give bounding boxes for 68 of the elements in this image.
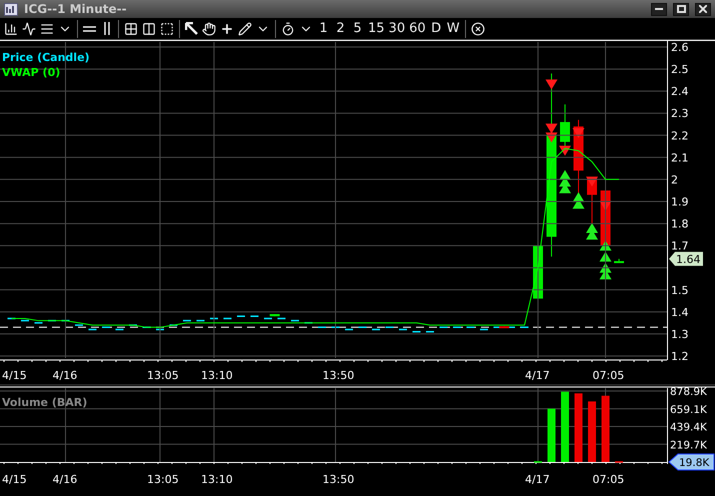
interval-button[interactable]: 60 <box>407 19 428 38</box>
axis-label: 878.9K <box>670 386 707 398</box>
axis-label: 2.1 <box>671 151 688 164</box>
axis-label: 13:10 <box>201 369 233 382</box>
axis-label: 1.8 <box>671 218 688 231</box>
window-title: ICG--1 Minute-- <box>24 2 128 16</box>
buy-marker-icon <box>586 222 598 233</box>
axis-label: 4/16 <box>52 369 78 382</box>
axis-label: 1.4 <box>671 306 688 319</box>
axis-label: 2.4 <box>671 85 688 98</box>
interval-button[interactable]: 1 <box>315 19 332 38</box>
buy-marker-icon <box>600 262 612 273</box>
candle <box>499 326 510 328</box>
legend-label: VWAP (0) <box>2 66 60 79</box>
interval-button[interactable]: 15 <box>366 19 387 38</box>
interval-button[interactable]: 30 <box>386 19 408 38</box>
axis-label: 4/17 <box>525 369 550 382</box>
chart-icon <box>4 2 18 16</box>
maximize-icon <box>676 5 686 13</box>
axis-label: 13:50 <box>322 369 354 382</box>
axis-label: 1.9 <box>671 196 688 208</box>
buy-marker-icon <box>572 192 584 202</box>
interval-button[interactable]: 2 <box>332 19 349 38</box>
axis-label: 4/15 <box>2 473 27 486</box>
legend-label: Price (Candle) <box>2 51 90 64</box>
axis-label: 13:10 <box>201 473 233 486</box>
last-price-label: 1.64 <box>669 252 703 266</box>
candle <box>614 258 624 264</box>
axis-label: 2.2 <box>671 129 688 142</box>
sell-marker-icon <box>572 128 584 138</box>
interval-button[interactable]: 5 <box>349 19 366 38</box>
close-icon <box>699 5 707 13</box>
maximize-button[interactable] <box>673 2 689 16</box>
axis-label: 219.7K <box>670 439 707 452</box>
buy-marker-icon <box>600 252 612 262</box>
axis-label: 2.6 <box>671 41 688 54</box>
axis-label: 439.4K <box>670 422 707 434</box>
minimize-button[interactable] <box>651 2 667 16</box>
axis-label: 07:05 <box>592 369 624 382</box>
axis-label: 659.1K <box>670 404 707 416</box>
interval-button[interactable]: D <box>428 19 445 38</box>
buy-marker-icon <box>559 170 571 180</box>
axis-label: 07:05 <box>592 473 624 486</box>
sell-marker-icon <box>559 146 571 156</box>
axis-label: 2.5 <box>671 63 688 76</box>
sell-marker-icon <box>600 200 612 211</box>
axis-label: 1.3 <box>671 328 688 341</box>
buy-marker-icon <box>600 240 612 251</box>
sell-marker-icon <box>586 176 598 187</box>
candle <box>270 314 280 317</box>
axis-label: 1.5 <box>671 284 688 297</box>
sell-marker-icon <box>546 132 558 142</box>
axis-label: 13:50 <box>322 473 354 486</box>
axis-label: 2 <box>671 173 678 186</box>
minimize-icon <box>655 8 663 10</box>
axis-label: 4/15 <box>2 369 27 382</box>
axis-label: 13:05 <box>147 473 179 486</box>
legend-label: Volume (BAR) <box>2 396 88 409</box>
close-button[interactable] <box>695 2 711 16</box>
axis-label: 2.3 <box>671 107 688 120</box>
sell-marker-icon <box>546 80 558 90</box>
axis-label: 13:05 <box>147 369 179 382</box>
last-volume-label: 19.8K <box>668 454 714 470</box>
axis-label: 1.7 <box>671 240 688 253</box>
interval-button[interactable]: W <box>444 19 462 38</box>
axis-label: 1.2 <box>671 350 688 363</box>
axis-label: 4/16 <box>52 473 78 486</box>
axis-label: 4/17 <box>525 473 550 486</box>
